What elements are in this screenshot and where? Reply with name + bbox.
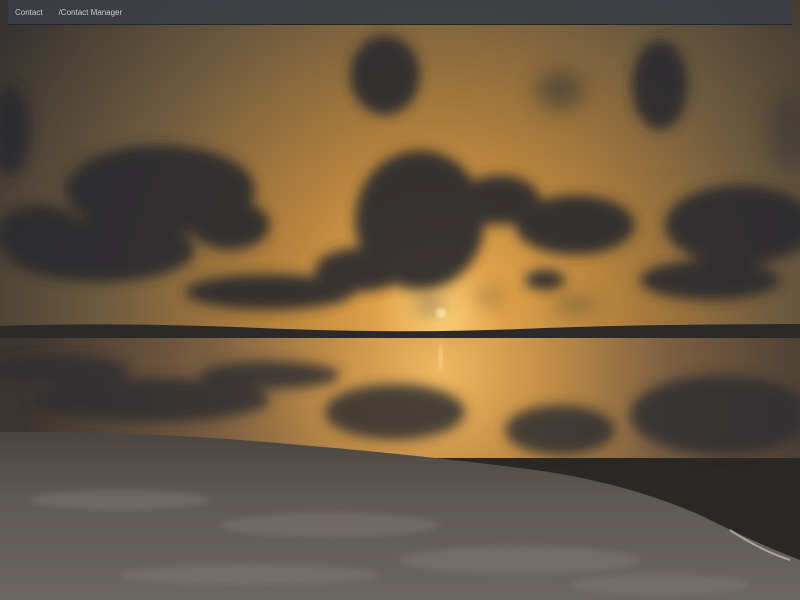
background-photo — [0, 0, 800, 600]
top-navbar: Contact /Contact Manager — [8, 0, 792, 25]
contact-manager-link[interactable]: /Contact Manager — [59, 8, 123, 17]
navbar-brand-link[interactable]: Contact — [15, 8, 43, 17]
